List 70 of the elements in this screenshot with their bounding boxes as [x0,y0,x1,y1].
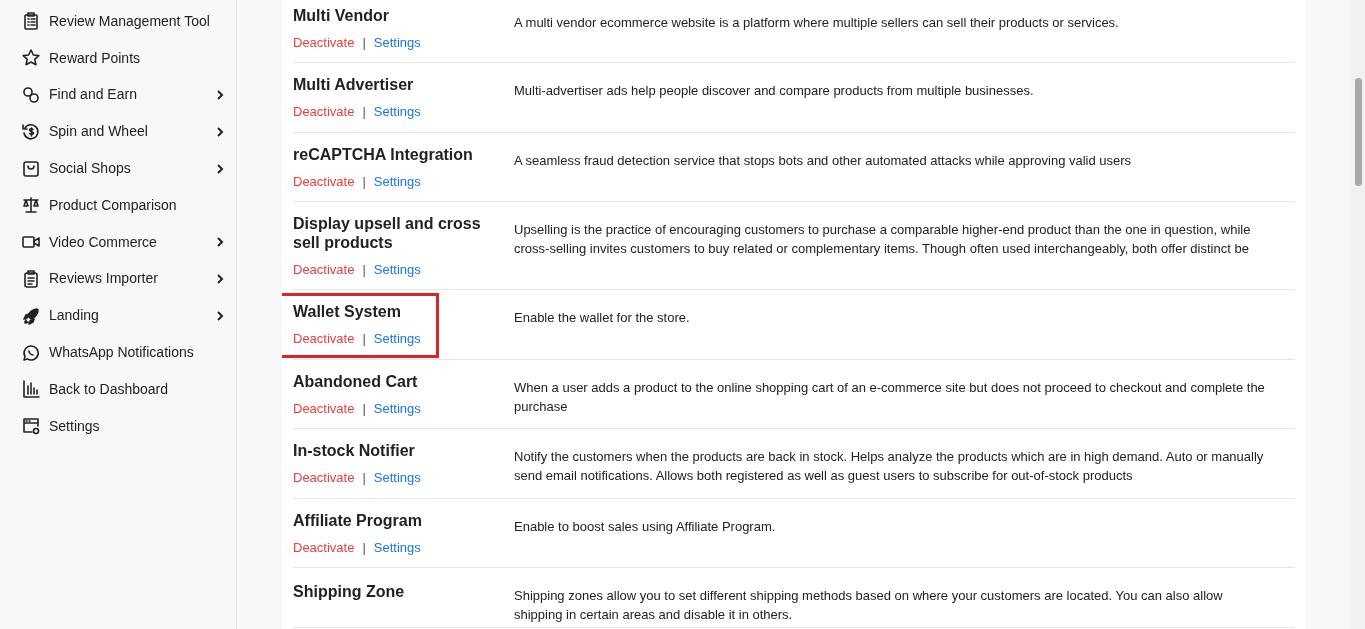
deactivate-link[interactable]: Deactivate [293,399,355,419]
browser-gear-icon [21,416,41,437]
addon-title: Affiliate Program [293,511,423,530]
sidebar-item[interactable]: Product Comparison [0,187,236,224]
addon-title: Display upsell and cross sell products [293,214,482,252]
addon-description: Enable to boost sales using Affiliate Program. [514,518,777,536]
sidebar-item[interactable]: Find and Earn [0,76,236,114]
sidebar-item[interactable]: Video Commerce [0,223,236,261]
chevron-right-icon [216,237,224,248]
addon-description: A seamless fraud detection service that stops bots and other automated attacks while approving valid users [514,152,1133,170]
chat-icon [21,342,41,363]
clipboard-list-icon [21,11,41,32]
separator: | [362,539,366,557]
addon-description: Notify the customers when the products are back in stock. Helps analyze the products which are in high demand. Auto or manually send email notifications. Allows both registered as well as guest users to subscribe for out-of-stock products [514,448,1265,485]
sidebar-item[interactable]: Back to Dashboard [0,370,236,408]
separator: | [362,34,366,52]
addon-title: Multi Advertiser [293,75,415,94]
separator: | [362,261,366,279]
separator: | [362,469,366,487]
dollar-cycle-icon [21,121,41,142]
settings-link[interactable]: Settings [373,260,421,280]
addon-title: Shipping Zone [293,582,406,601]
chart-icon [21,379,41,400]
separator: | [362,103,366,121]
rocket-icon [21,305,41,326]
scale-icon [21,195,41,216]
deactivate-link[interactable]: Deactivate [293,33,355,53]
deactivate-link[interactable]: Deactivate [293,102,355,122]
separator: | [362,173,366,191]
settings-link[interactable]: Settings [373,33,421,53]
addon-title: Abandoned Cart [293,372,419,391]
clipboard-icon [21,268,41,289]
settings-link[interactable]: Settings [373,399,421,419]
sidebar-item[interactable]: Reward Points [0,39,236,77]
deactivate-link[interactable]: Deactivate [293,468,355,488]
coins-icon [21,85,41,105]
addon-description: A multi vendor ecommerce website is a platform where multiple sellers can sell their products or services. [514,14,1120,32]
addon-title: reCAPTCHA Integration [293,145,474,164]
addon-description: Shipping zones allow you to set different shipping methods based on where your customers are located. You can also allow shipping in certain areas and disable it in others. [514,587,1224,624]
addon-description: Enable the wallet for the store. [514,309,691,327]
sidebar-item[interactable]: Settings [0,407,236,445]
sidebar-item[interactable]: Social Shops [0,150,236,187]
deactivate-link[interactable]: Deactivate [293,329,355,349]
addon-description: When a user adds a product to the online shopping cart of an e-commerce site but does not proceed to checkout and complete the purchase [514,379,1266,416]
deactivate-link[interactable]: Deactivate [293,538,355,558]
deactivate-link[interactable]: Deactivate [293,260,355,280]
deactivate-link[interactable]: Deactivate [293,172,355,192]
sidebar-item[interactable]: WhatsApp Notifications [0,334,236,371]
addon-title: Multi Vendor [293,6,390,25]
sidebar-item[interactable]: Landing [0,297,236,335]
chevron-right-icon [216,90,224,100]
sidebar-item[interactable]: Spin and Wheel [0,113,236,151]
chevron-right-icon [216,310,224,321]
chevron-right-icon [216,163,224,174]
settings-link[interactable]: Settings [373,172,421,192]
sidebar-item[interactable]: Review Management Tool [0,3,236,40]
separator: | [362,400,366,418]
chevron-right-icon [216,273,224,284]
addon-description: Multi-advertiser ads help people discover and compare products from multiple businesses. [514,82,1035,100]
sidebar-item[interactable]: Reviews Importer [0,260,236,298]
addon-description: Upselling is the practice of encouraging customers to purchase a comparable higher-end product than the one in question, while cross-selling invites customers to buy related or complementary items. Though often used interchangeably, both offer distinct be [514,221,1252,258]
settings-link[interactable]: Settings [373,102,421,122]
settings-link[interactable]: Settings [373,538,421,558]
addon-title: In-stock Notifier [293,441,416,460]
chevron-right-icon [216,126,224,137]
bag-icon [21,158,41,179]
separator: | [362,330,366,348]
settings-link[interactable]: Settings [373,329,421,349]
settings-link[interactable]: Settings [373,468,421,488]
addon-title: Wallet System [293,302,402,321]
